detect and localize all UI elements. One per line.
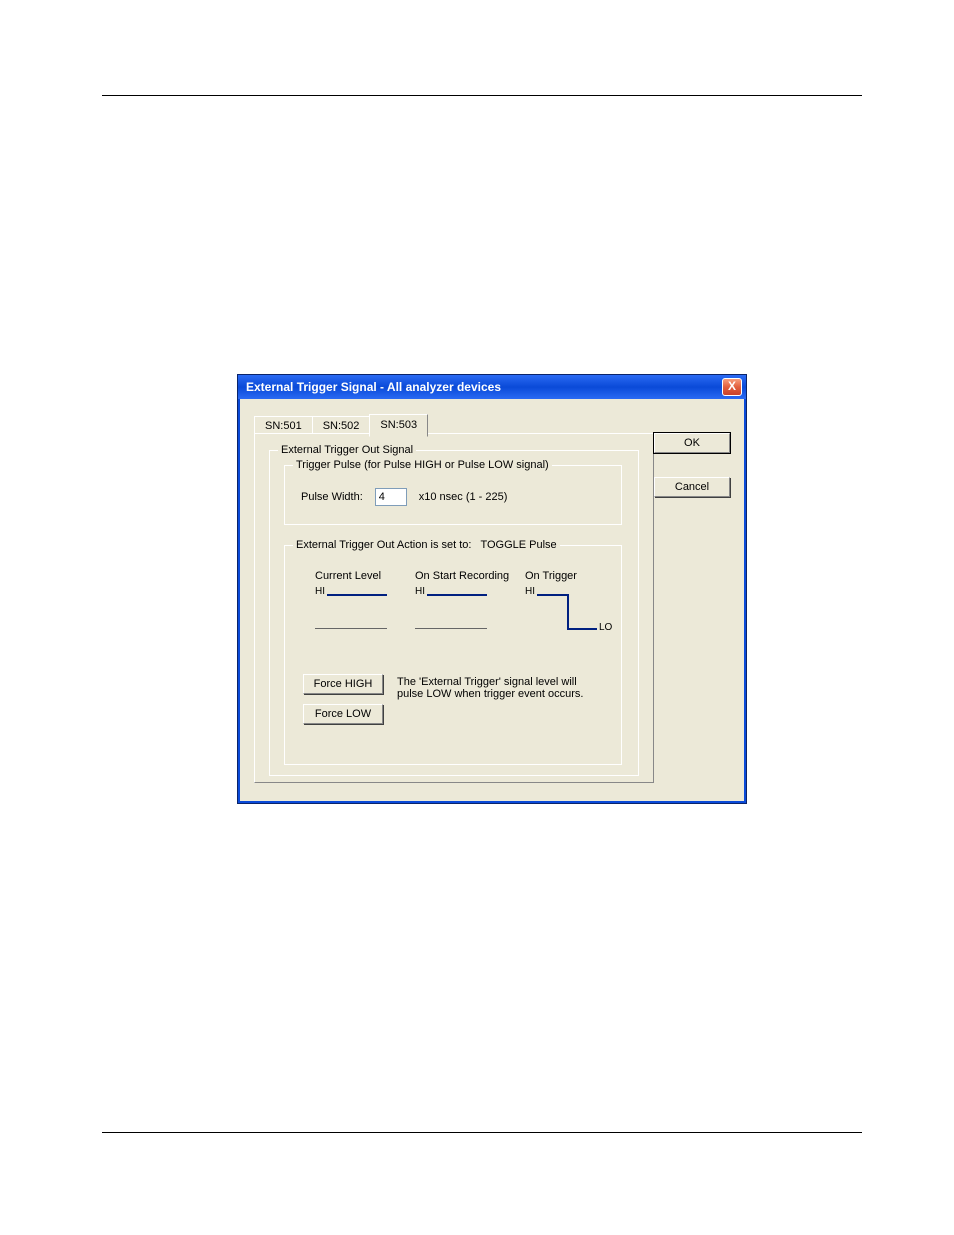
col-trigger: On Trigger [525,570,605,582]
page-rule-top [102,95,862,96]
action-headers: Current Level On Start Recording On Trig… [315,570,605,582]
signal-area: HI HI HI LO [315,586,605,646]
trigger-hi-line [537,594,567,596]
col-current: Current Level [315,570,415,582]
pulse-width-units: x10 nsec (1 - 225) [419,491,508,503]
dialog-client: SN:501 SN:502 SN:503 External Trigger Ou… [238,399,746,803]
ok-button[interactable]: OK [654,433,730,453]
trigger-lo-heavy [567,628,597,630]
current-hi-line [327,594,387,596]
external-trigger-dialog: External Trigger Signal - All analyzer d… [238,375,746,803]
force-row: Force HIGH Force LOW The 'External Trigg… [303,674,597,724]
start-hi-label: HI [415,586,425,597]
group-ext-trigger-out: External Trigger Out Signal Trigger Puls… [269,450,639,776]
dialog-title: External Trigger Signal - All analyzer d… [246,380,501,394]
trigger-fall-edge [567,594,569,628]
tab-pane: External Trigger Out Signal Trigger Puls… [254,433,654,783]
trigger-lo-label: LO [599,622,612,633]
pulse-width-label: Pulse Width: [301,491,363,503]
group-ext-trigger-out-legend: External Trigger Out Signal [278,444,416,456]
trigger-hi-label: HI [525,586,535,597]
page-rule-bottom [102,1132,862,1133]
pulse-width-row: Pulse Width: x10 nsec (1 - 225) [301,488,507,506]
start-hi-line [427,594,487,596]
current-hi-label: HI [315,586,325,597]
tab-sn503[interactable]: SN:503 [369,414,428,437]
group-action-legend: External Trigger Out Action is set to: T… [293,539,560,551]
force-low-button[interactable]: Force LOW [303,704,383,724]
action-legend-value: TOGGLE Pulse [480,539,556,551]
force-explain: The 'External Trigger' signal level will… [397,674,597,700]
cancel-button[interactable]: Cancel [654,477,730,497]
col-start: On Start Recording [415,570,525,582]
pulse-width-input[interactable] [375,488,407,506]
group-trigger-pulse: Trigger Pulse (for Pulse HIGH or Pulse L… [284,465,622,525]
titlebar[interactable]: External Trigger Signal - All analyzer d… [238,375,746,399]
group-trigger-pulse-legend: Trigger Pulse (for Pulse HIGH or Pulse L… [293,459,552,471]
action-legend-prefix: External Trigger Out Action is set to: [296,539,471,551]
current-lo-line [315,628,387,629]
close-icon[interactable]: X [722,378,742,396]
force-high-button[interactable]: Force HIGH [303,674,383,694]
group-action: External Trigger Out Action is set to: T… [284,545,622,765]
start-lo-line [415,628,487,629]
